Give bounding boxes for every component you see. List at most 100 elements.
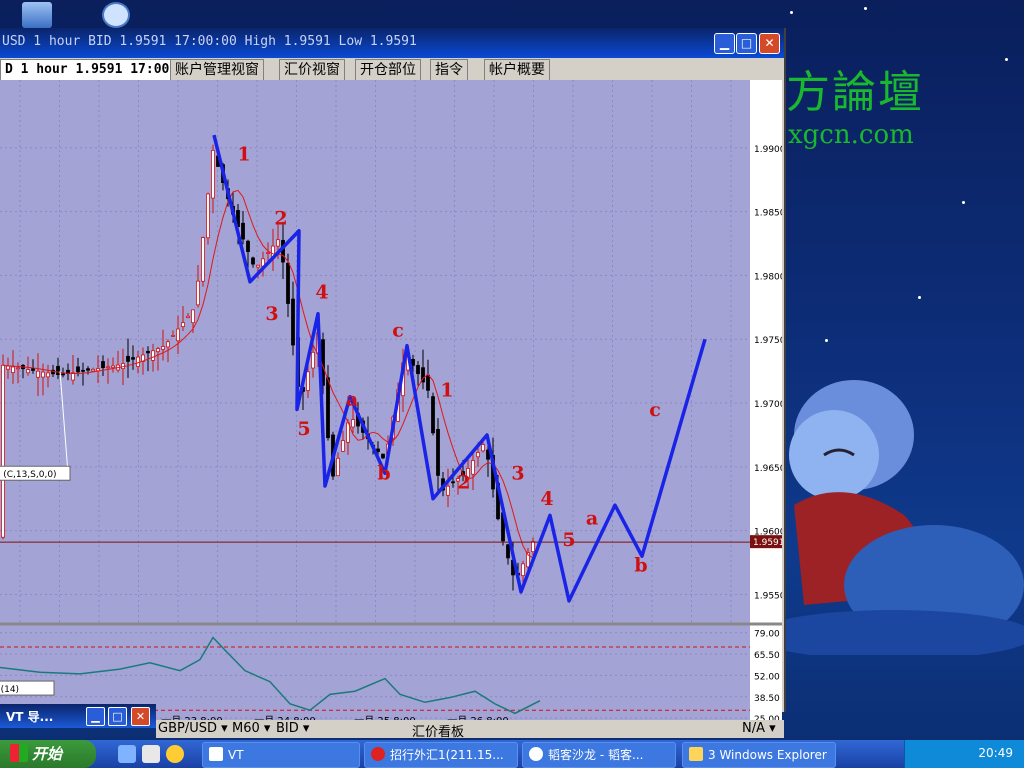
chart-window: USD 1 hour BID 1.9591 17:00:00 High 1.95… [0,28,786,720]
vt-maximize-button[interactable]: □ [108,707,127,726]
candle-body [6,365,10,370]
task-explorer-label: 3 Windows Explorer [708,748,827,762]
wave-label: 1 [440,380,453,402]
symbol-select[interactable]: GBP/USD ▾ [158,721,228,736]
rsi-tick-label: 52.00 [754,672,780,682]
candle-body [126,355,130,362]
wave-label: 5 [562,529,575,551]
timeframe-select[interactable]: M60 ▾ [232,721,270,736]
my-computer-icon[interactable] [22,2,52,28]
quote-board-button[interactable]: 汇价看板 [412,721,464,740]
candle-body [86,368,90,371]
candle-body [281,239,285,263]
candle-body [336,457,340,477]
task-cmb-forex[interactable]: 招行外汇1(211.15... [364,742,518,768]
task-vt[interactable]: VT [202,742,360,768]
candle-body [96,368,100,372]
price-chart[interactable]: 1.99001.98501.98001.97501.97001.96501.96… [0,80,782,720]
minimize-button[interactable]: ▁ [714,33,735,54]
candle-body [306,371,310,391]
tab-orders[interactable]: 指令 [430,59,468,80]
candle-body [26,369,30,374]
start-label: 开始 [32,745,63,763]
tab-account-summary[interactable]: 帐户概要 [484,59,550,80]
taskbar: 开始 VT 招行外汇1(211.15... 韬客沙龙 - 韬客... 3 Win… [0,740,1024,768]
rsi-tick-label: 65.50 [754,651,780,661]
candle-body [326,377,330,439]
vt-icon [209,747,223,761]
chart-titlebar[interactable]: USD 1 hour BID 1.9591 17:00:00 High 1.95… [0,28,784,58]
ma-indicator-label: Moving Average (C,13,S,0,0) [0,470,57,480]
candle-body [196,280,200,306]
candle-body [266,252,270,254]
price-tick-label: 1.9700 [754,400,782,410]
candle-body [36,370,40,378]
price-tick-label: 1.9650 [754,464,782,474]
candle-body [436,428,440,476]
candle-body [426,374,430,391]
explorer-quicklaunch-icon[interactable] [142,745,160,763]
wave-label: a [346,389,358,411]
candle-body [311,351,315,369]
start-button[interactable]: 开始 [0,740,96,768]
ie-icon[interactable] [102,2,130,28]
cmb-icon [371,747,385,761]
candle-body [246,240,250,252]
task-explorer[interactable]: 3 Windows Explorer [682,742,836,768]
close-button[interactable]: ✕ [759,33,780,54]
candle-body [151,350,155,361]
price-type-select[interactable]: BID ▾ [276,721,309,736]
task-cmb-label: 招行外汇1(211.15... [390,748,504,762]
maximize-button[interactable]: □ [736,33,757,54]
price-tick-label: 1.9550 [754,591,782,601]
price-tick-label: 1.9750 [754,336,782,346]
forum-title: 方論壇 [786,67,924,118]
candle-body [241,222,245,240]
candle-body [131,357,135,360]
candle-body [106,366,110,369]
candle-body [46,372,50,378]
vt-close-button[interactable]: ✕ [131,707,150,726]
tab-open-positions[interactable]: 开仓部位 [355,59,421,80]
windows-flag-icon [10,744,28,762]
vt-minimize-button[interactable]: ▁ [86,707,105,726]
tab-chart[interactable]: D 1 hour 1.9591 17:00:00 [0,59,193,80]
task-taoke-salon[interactable]: 韬客沙龙 - 韬客... [522,742,676,768]
candle-body [11,366,15,373]
last-price-label: 1.9591 [753,538,782,548]
candle-body [521,563,525,576]
candle-body [206,193,210,239]
wave-label: c [392,320,404,342]
star-decor [825,339,828,342]
vt-window[interactable]: VT 导... ▁ □ ✕ [0,704,156,728]
media-quicklaunch-icon[interactable] [166,745,184,763]
candle-body [531,541,535,553]
wave-label: b [634,555,647,577]
candle-body [506,544,510,559]
price-tick-label: 1.9900 [754,145,782,155]
candle-body [146,350,150,354]
candle-body [341,440,345,452]
na-select[interactable]: N/A ▾ [742,721,776,736]
ie-quicklaunch-icon[interactable] [118,745,136,763]
candle-body [31,368,35,371]
candle-body [56,365,60,376]
candle-body [156,348,160,353]
tab-account-management[interactable]: 账户管理视窗 [170,59,264,80]
candle-body [451,481,455,484]
candle-body [166,341,170,348]
candle-body [41,371,45,378]
tab-quotes[interactable]: 汇价视窗 [279,59,345,80]
star-decor [918,296,921,299]
candle-body [211,149,215,199]
candle-body [481,444,485,452]
vt-window-title: VT 导... [6,710,54,724]
candle-body [351,419,355,428]
candle-body [176,328,180,342]
candle-body [251,257,255,265]
task-taoke-label: 韬客沙龙 - 韬客... [548,748,644,762]
candle-body [286,262,290,304]
candle-body [61,373,65,376]
star-decor [1005,58,1008,61]
star-decor [790,11,793,14]
